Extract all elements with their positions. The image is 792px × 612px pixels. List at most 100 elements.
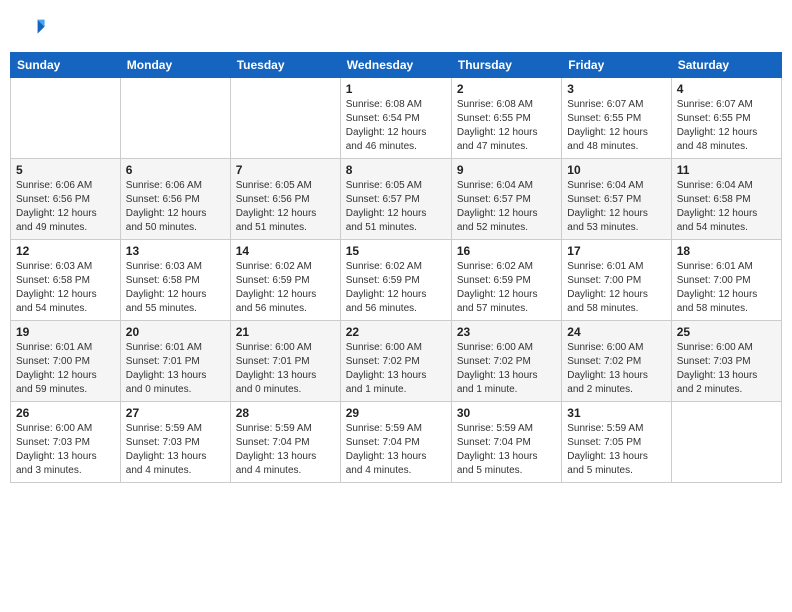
day-number: 28 [236,406,335,420]
day-cell: 19Sunrise: 6:01 AM Sunset: 7:00 PM Dayli… [11,321,121,402]
day-cell: 17 Sunrise: 6:01 AM Sunset: 7:00 PM Dayli… [562,240,671,321]
day-info: Sunrise: 6:02 AM Sunset: 6:59 PM Dayligh… [236,260,335,316]
day-cell: 24 Sunrise: 6:00 AM Sunset: 7:02 PM Dayli… [562,321,671,402]
day-number: 31 [567,406,665,420]
day-info: Sunrise: 6:01 AM Sunset: 7:00 PM Dayligh… [677,260,776,316]
week-row-5: 26 Sunrise: 6:00 AM Sunset: 7:03 PM Dayli… [11,402,782,483]
day-cell: 7Sunrise: 6:05 AM Sunset: 6:56 PM Daylig… [230,159,340,240]
day-number: 2 [457,82,556,96]
day-cell [120,78,230,159]
day-info: Sunrise: 6:00 AM Sunset: 7:02 PM Dayligh… [567,341,665,397]
day-number: 26 [16,406,115,420]
day-number: 25 [677,325,776,339]
col-header-wednesday: Wednesday [340,53,451,78]
col-header-friday: Friday [562,53,671,78]
col-header-thursday: Thursday [451,53,561,78]
day-cell: 12Sunrise: 6:03 AM Sunset: 6:58 PM Dayli… [11,240,121,321]
day-info: Sunrise: 5:59 AM Sunset: 7:05 PM Dayligh… [567,422,665,478]
day-cell [230,78,340,159]
day-cell: 13 Sunrise: 6:03 AM Sunset: 6:58 PM Dayli… [120,240,230,321]
day-number: 8 [346,163,446,177]
day-cell: 5 Sunrise: 6:06 AM Sunset: 6:56 PM Daylig… [11,159,121,240]
day-info: Sunrise: 6:00 AM Sunset: 7:03 PM Dayligh… [16,422,115,478]
page-header [10,10,782,46]
day-cell: 9 Sunrise: 6:04 AM Sunset: 6:57 PM Daylig… [451,159,561,240]
day-cell: 16 Sunrise: 6:02 AM Sunset: 6:59 PM Dayli… [451,240,561,321]
day-info: Sunrise: 6:07 AM Sunset: 6:55 PM Dayligh… [567,98,665,154]
day-number: 19 [16,325,115,339]
col-header-saturday: Saturday [671,53,781,78]
day-cell: 18 Sunrise: 6:01 AM Sunset: 7:00 PM Dayli… [671,240,781,321]
day-number: 14 [236,244,335,258]
day-number: 4 [677,82,776,96]
day-info: Sunrise: 6:00 AM Sunset: 7:02 PM Dayligh… [346,341,446,397]
day-cell: 31 Sunrise: 5:59 AM Sunset: 7:05 PM Dayli… [562,402,671,483]
day-info: Sunrise: 6:02 AM Sunset: 6:59 PM Dayligh… [457,260,556,316]
day-cell: 20Sunrise: 6:01 AM Sunset: 7:01 PM Dayli… [120,321,230,402]
day-number: 24 [567,325,665,339]
day-number: 18 [677,244,776,258]
calendar-table: SundayMondayTuesdayWednesdayThursdayFrid… [10,52,782,483]
day-number: 3 [567,82,665,96]
day-cell: 25 Sunrise: 6:00 AM Sunset: 7:03 PM Dayli… [671,321,781,402]
day-info: Sunrise: 6:04 AM Sunset: 6:58 PM Dayligh… [677,179,776,235]
day-number: 22 [346,325,446,339]
day-cell: 8 Sunrise: 6:05 AM Sunset: 6:57 PM Daylig… [340,159,451,240]
day-number: 16 [457,244,556,258]
day-info: Sunrise: 6:04 AM Sunset: 6:57 PM Dayligh… [457,179,556,235]
day-info: Sunrise: 5:59 AM Sunset: 7:03 PM Dayligh… [126,422,225,478]
day-number: 5 [16,163,115,177]
day-cell: 30 Sunrise: 5:59 AM Sunset: 7:04 PM Dayli… [451,402,561,483]
day-cell: 10 Sunrise: 6:04 AM Sunset: 6:57 PM Dayli… [562,159,671,240]
day-info: Sunrise: 5:59 AM Sunset: 7:04 PM Dayligh… [457,422,556,478]
day-info: Sunrise: 6:04 AM Sunset: 6:57 PM Dayligh… [567,179,665,235]
day-info: Sunrise: 6:05 AM Sunset: 6:57 PM Dayligh… [346,179,446,235]
day-info: Sunrise: 6:00 AM Sunset: 7:02 PM Dayligh… [457,341,556,397]
day-info: Sunrise: 6:02 AM Sunset: 6:59 PM Dayligh… [346,260,446,316]
col-header-monday: Monday [120,53,230,78]
logo [18,14,48,42]
day-info: Sunrise: 6:01 AM Sunset: 7:01 PM Dayligh… [126,341,225,397]
day-number: 10 [567,163,665,177]
day-cell: 3 Sunrise: 6:07 AM Sunset: 6:55 PM Daylig… [562,78,671,159]
day-cell: 4Sunrise: 6:07 AM Sunset: 6:55 PM Daylig… [671,78,781,159]
day-info: Sunrise: 6:00 AM Sunset: 7:01 PM Dayligh… [236,341,335,397]
day-info: Sunrise: 6:01 AM Sunset: 7:00 PM Dayligh… [567,260,665,316]
day-cell: 23Sunrise: 6:00 AM Sunset: 7:02 PM Dayli… [451,321,561,402]
day-number: 21 [236,325,335,339]
day-cell [11,78,121,159]
day-info: Sunrise: 6:08 AM Sunset: 6:55 PM Dayligh… [457,98,556,154]
week-row-2: 5 Sunrise: 6:06 AM Sunset: 6:56 PM Daylig… [11,159,782,240]
day-cell: 26 Sunrise: 6:00 AM Sunset: 7:03 PM Dayli… [11,402,121,483]
day-number: 13 [126,244,225,258]
day-number: 9 [457,163,556,177]
day-number: 6 [126,163,225,177]
day-info: Sunrise: 6:00 AM Sunset: 7:03 PM Dayligh… [677,341,776,397]
day-cell: 27 Sunrise: 5:59 AM Sunset: 7:03 PM Dayli… [120,402,230,483]
day-info: Sunrise: 5:59 AM Sunset: 7:04 PM Dayligh… [346,422,446,478]
day-cell: 29 Sunrise: 5:59 AM Sunset: 7:04 PM Dayli… [340,402,451,483]
col-header-tuesday: Tuesday [230,53,340,78]
day-info: Sunrise: 6:08 AM Sunset: 6:54 PM Dayligh… [346,98,446,154]
day-number: 15 [346,244,446,258]
logo-icon [18,14,46,42]
day-cell: 2 Sunrise: 6:08 AM Sunset: 6:55 PM Daylig… [451,78,561,159]
day-number: 29 [346,406,446,420]
day-number: 27 [126,406,225,420]
day-info: Sunrise: 6:03 AM Sunset: 6:58 PM Dayligh… [126,260,225,316]
day-cell [671,402,781,483]
day-cell: 15 Sunrise: 6:02 AM Sunset: 6:59 PM Dayli… [340,240,451,321]
day-number: 7 [236,163,335,177]
day-number: 17 [567,244,665,258]
day-info: Sunrise: 6:06 AM Sunset: 6:56 PM Dayligh… [16,179,115,235]
day-info: Sunrise: 5:59 AM Sunset: 7:04 PM Dayligh… [236,422,335,478]
day-number: 12 [16,244,115,258]
week-row-4: 19Sunrise: 6:01 AM Sunset: 7:00 PM Dayli… [11,321,782,402]
week-row-1: 1Sunrise: 6:08 AM Sunset: 6:54 PM Daylig… [11,78,782,159]
day-cell: 6Sunrise: 6:06 AM Sunset: 6:56 PM Daylig… [120,159,230,240]
day-number: 11 [677,163,776,177]
day-number: 30 [457,406,556,420]
week-row-3: 12 Sunrise: 6:03 AM Sunset: 6:58 PM Dayli… [11,240,782,321]
day-cell: 22 Sunrise: 6:00 AM Sunset: 7:02 PM Dayli… [340,321,451,402]
day-cell: 28 Sunrise: 5:59 AM Sunset: 7:04 PM Dayli… [230,402,340,483]
